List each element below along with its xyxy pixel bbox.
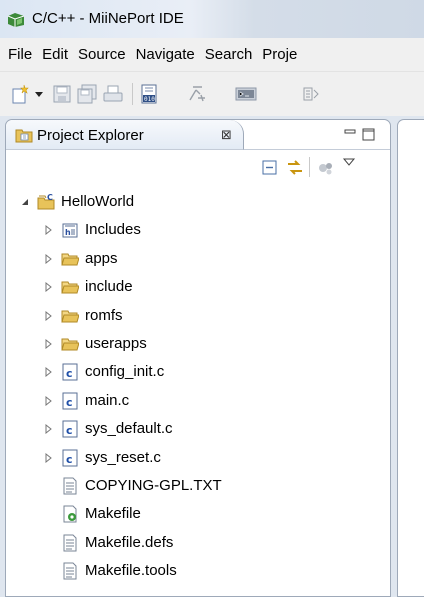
tree-item[interactable]: Makefile [6,500,390,528]
menu-source[interactable]: Source [73,38,131,71]
text-file-icon [63,534,77,552]
build-binary-icon[interactable]: 010 [138,84,160,104]
view-header [244,120,390,150]
tree-item-label: userapps [85,335,147,352]
settings-icon[interactable] [300,84,322,104]
folder-icon [61,281,79,294]
tree-item-label: Makefile.defs [85,533,174,551]
minimize-icon[interactable] [344,128,358,140]
project-explorer-view: Project Explorer ⊠ C HelloWorld h Includ… [5,119,391,597]
tree-item[interactable]: c main.c [6,387,390,415]
menu-search[interactable]: Search [200,38,258,71]
svg-text:C: C [47,193,53,202]
save-all-icon[interactable] [76,84,98,104]
svg-text:c: c [66,396,73,409]
svg-text:c: c [66,453,73,466]
collapsed-arrow-icon[interactable] [44,253,54,264]
tree-item[interactable]: COPYING-GPL.TXT [6,472,390,500]
collapsed-arrow-icon[interactable] [44,339,54,349]
tree-item[interactable]: c sys_reset.c [6,444,390,472]
main-toolbar: 010 [0,72,424,116]
menu-bar: File Edit Source Navigate Search Proje [0,38,424,72]
svg-text:h: h [65,228,71,237]
tree-item[interactable]: c sys_default.c [6,415,390,443]
c-file-icon: c [62,392,78,410]
project-explorer-icon [15,129,33,143]
menu-file[interactable]: File [0,38,37,71]
workbench-area: Project Explorer ⊠ C HelloWorld h Includ… [0,116,424,597]
collapsed-arrow-icon[interactable] [44,395,54,406]
editor-area [397,119,424,597]
tree-item-label: config_init.c [85,363,165,381]
tree-item-label: Makefile.tools [85,562,177,580]
tree-item-label: sys_reset.c [85,448,161,466]
expanded-arrow-icon[interactable] [20,197,30,207]
dropdown-arrow-icon[interactable] [34,84,44,104]
filter-icon[interactable] [316,159,336,177]
tree-item[interactable]: apps [6,245,390,273]
view-menu-icon[interactable] [342,156,356,168]
tree-item[interactable]: userapps [6,330,390,358]
tree-item-label: HelloWorld [61,193,135,210]
tree-item[interactable]: c config_init.c [6,358,390,386]
collapsed-arrow-icon[interactable] [44,367,54,378]
tree-item[interactable]: h Includes [6,216,390,244]
svg-text:c: c [66,424,73,437]
collapse-all-icon[interactable] [261,159,279,177]
tree-item-label: main.c [85,391,130,409]
close-icon[interactable]: ⊠ [221,127,232,143]
folder-icon [61,338,79,351]
includes-icon: h [62,223,78,238]
tree-item[interactable]: C HelloWorld [6,188,390,216]
title-bar: C/C++ - MiiNePort IDE [0,0,424,38]
tree-item[interactable]: Makefile.tools [6,557,390,585]
tree-item-label: sys_default.c [85,420,173,438]
menu-navigate[interactable]: Navigate [131,38,200,71]
text-file-icon [63,562,77,580]
tree-item[interactable]: romfs [6,302,390,330]
maximize-icon[interactable] [362,128,376,142]
c-file-icon: c [62,420,78,438]
tab-project-explorer[interactable]: Project Explorer ⊠ [6,120,244,150]
c-project-icon: C [37,193,55,210]
terminal-icon[interactable] [234,84,258,104]
svg-text:c: c [66,367,73,380]
tree-item-label: include [85,278,133,296]
tree-item-label: apps [85,249,118,267]
makefile-icon [63,505,77,523]
print-icon[interactable] [102,84,124,104]
toolbar-separator [132,83,133,105]
tree-item-label: Makefile [85,505,141,523]
new-wizard-icon[interactable] [10,84,32,104]
save-icon[interactable] [52,84,72,104]
c-file-icon: c [62,363,78,381]
folder-icon [61,253,79,266]
collapsed-arrow-icon[interactable] [44,310,54,321]
collapsed-arrow-icon[interactable] [44,424,54,435]
link-with-editor-icon[interactable] [285,159,305,177]
view-toolbar-separator [309,157,310,177]
tree-item-label: COPYING-GPL.TXT [85,477,222,494]
collapsed-arrow-icon[interactable] [44,225,54,236]
tree-item[interactable]: Makefile.defs [6,529,390,557]
menu-project[interactable]: Proje [257,38,302,71]
tree-item-label: romfs [85,306,123,324]
cdt-icon [7,13,25,27]
view-toolbar [6,151,390,185]
tab-label: Project Explorer [37,127,144,144]
collapsed-arrow-icon[interactable] [44,282,54,293]
collapsed-arrow-icon[interactable] [44,452,54,463]
debug-config-icon[interactable] [186,84,208,104]
menu-edit[interactable]: Edit [37,38,73,71]
c-file-icon: c [62,449,78,467]
svg-text:010: 010 [144,96,155,103]
window-title: C/C++ - MiiNePort IDE [32,10,184,27]
folder-icon [61,310,79,323]
text-file-icon [63,477,77,495]
tree-item[interactable]: include [6,273,390,301]
tree-item-label: Includes [85,221,141,239]
